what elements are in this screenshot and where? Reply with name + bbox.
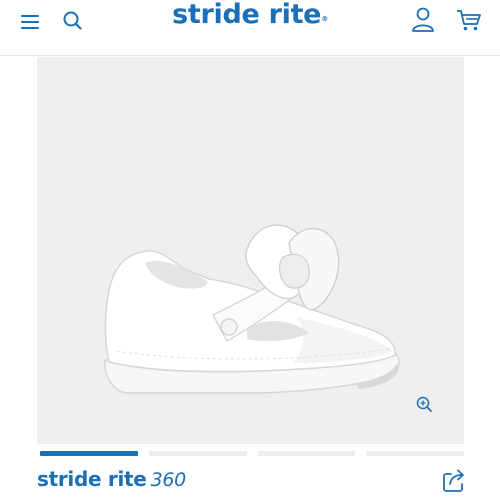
site-header: stride rite® [0, 0, 500, 56]
product-image[interactable] [97, 177, 417, 412]
shopping-cart-icon[interactable] [455, 7, 483, 33]
pagination-dot-2[interactable] [148, 451, 247, 456]
logo-text: stride rite [172, 0, 322, 30]
share-icon[interactable] [440, 466, 468, 494]
zoom-in-icon[interactable] [414, 394, 436, 416]
brand-360-text: 360 [150, 469, 187, 491]
pagination-dot-4[interactable] [366, 451, 464, 456]
registered-mark: ® [321, 15, 328, 23]
pagination-dot-3[interactable] [257, 451, 356, 456]
pagination-dot-1[interactable] [40, 451, 138, 456]
gallery-pagination [40, 451, 464, 457]
product-image-gallery[interactable] [37, 57, 464, 444]
user-account-icon[interactable] [410, 6, 436, 34]
stride-rite-360-logo: stride rite 360 [37, 464, 186, 495]
brand-text: stride rite [37, 467, 147, 491]
